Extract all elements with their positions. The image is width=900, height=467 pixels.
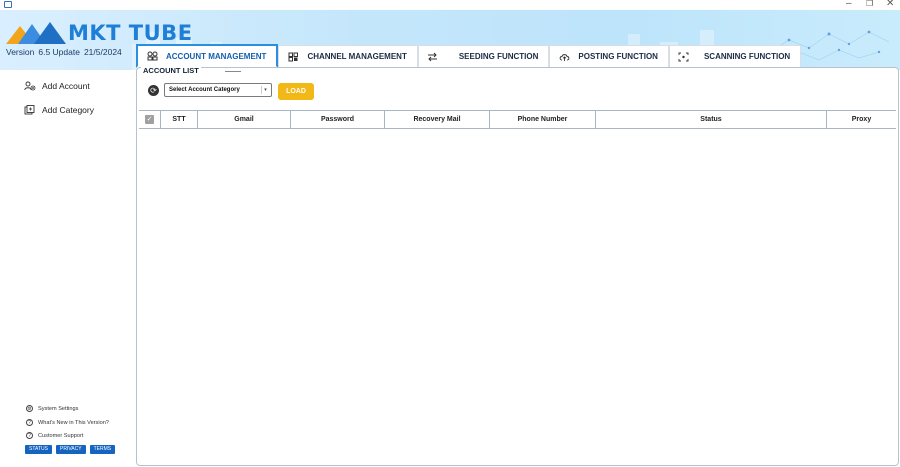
tab-label: SEEDING FUNCTION: [458, 52, 539, 61]
sidebar: Add Account Add Category ⚙ System Settin…: [0, 70, 134, 467]
question-icon: ?: [26, 419, 33, 426]
sidebar-item-add-account[interactable]: Add Account: [24, 81, 90, 91]
tab-label: CHANNEL MANAGEMENT: [307, 52, 407, 61]
swap-arrows-icon: [427, 52, 439, 62]
account-list-panel: ACCOUNT LIST ⟳ Select Account Category ▾…: [136, 66, 899, 466]
tab-posting-function[interactable]: POSTING FUNCTION: [549, 45, 669, 67]
scan-frame-icon: [678, 52, 690, 62]
app-window: – ❐ ✕ MKT TUBE Version 6.5 Update 21/5/202…: [0, 0, 900, 467]
column-header[interactable]: Password: [291, 111, 385, 128]
title-bar: – ❐ ✕: [0, 0, 900, 10]
load-button[interactable]: LOAD: [278, 83, 314, 100]
cloud-upload-icon: [558, 52, 570, 62]
tab-label: SCANNING FUNCTION: [703, 52, 791, 61]
tab-account-management[interactable]: ACCOUNT MANAGEMENT: [136, 44, 279, 68]
add-user-icon: [24, 81, 36, 91]
main-tabs: ACCOUNT MANAGEMENT CHANNEL MANAGEMENT SE…: [136, 44, 802, 68]
tab-label: POSTING FUNCTION: [578, 52, 658, 61]
category-select[interactable]: Select Account Category ▾: [164, 83, 272, 97]
version-date: 21/5/2024: [83, 47, 122, 57]
whats-new-link[interactable]: ? What's New in This Version?: [26, 419, 109, 426]
tab-label: ACCOUNT MANAGEMENT: [166, 51, 267, 61]
refresh-icon[interactable]: ⟳: [148, 85, 159, 96]
column-header[interactable]: Recovery Mail: [385, 111, 490, 128]
account-table-header: ✓ STT Gmail Password Recovery Mail Phone…: [139, 110, 896, 129]
select-all-checkbox[interactable]: ✓: [145, 115, 154, 124]
select-all-cell: ✓: [139, 111, 161, 128]
privacy-button[interactable]: PRIVACY: [55, 445, 86, 454]
version-info: Version 6.5 Update 21/5/2024: [6, 47, 126, 57]
question-icon: ?: [26, 432, 33, 439]
category-select-value: Select Account Category: [169, 87, 240, 93]
version-number: 6.5 Update: [38, 47, 80, 57]
tab-scanning-function[interactable]: SCANNING FUNCTION: [668, 45, 802, 67]
accounts-grid-icon: [146, 51, 158, 61]
version-label: Version: [6, 47, 35, 57]
footer-link-label: Customer Support: [38, 432, 84, 439]
terms-button[interactable]: TERMS: [89, 445, 116, 454]
column-header[interactable]: Proxy: [827, 111, 896, 128]
sidebar-item-label: Add Account: [42, 81, 90, 91]
column-header[interactable]: STT: [161, 111, 198, 128]
channels-grid-icon: [287, 52, 299, 62]
divider: [225, 71, 241, 72]
restore-button[interactable]: ❐: [866, 0, 873, 10]
section-title: ACCOUNT LIST: [141, 66, 201, 75]
column-header[interactable]: Status: [596, 111, 827, 128]
column-header[interactable]: Gmail: [198, 111, 291, 128]
minimize-button[interactable]: –: [846, 0, 852, 10]
logo-text: MKT TUBE: [68, 21, 193, 45]
close-button[interactable]: ✕: [886, 0, 894, 10]
footer-link-label: System Settings: [38, 405, 79, 412]
chevron-down-icon: ▾: [261, 86, 269, 94]
gear-icon: ⚙: [26, 405, 33, 412]
add-category-icon: [24, 105, 36, 115]
sidebar-item-add-category[interactable]: Add Category: [24, 105, 94, 115]
sidebar-item-label: Add Category: [42, 105, 94, 115]
footer-buttons: STATUS PRIVACY TERMS: [25, 445, 116, 454]
tab-seeding-function[interactable]: SEEDING FUNCTION: [417, 45, 550, 67]
tab-channel-management[interactable]: CHANNEL MANAGEMENT: [278, 45, 418, 67]
footer-link-label: What's New in This Version?: [38, 419, 109, 426]
status-button[interactable]: STATUS: [25, 445, 52, 454]
app-icon: [4, 1, 12, 8]
column-header[interactable]: Phone Number: [490, 111, 596, 128]
system-settings-link[interactable]: ⚙ System Settings: [26, 405, 78, 412]
customer-support-link[interactable]: ? Customer Support: [26, 432, 83, 439]
logo-icon: [6, 22, 66, 44]
